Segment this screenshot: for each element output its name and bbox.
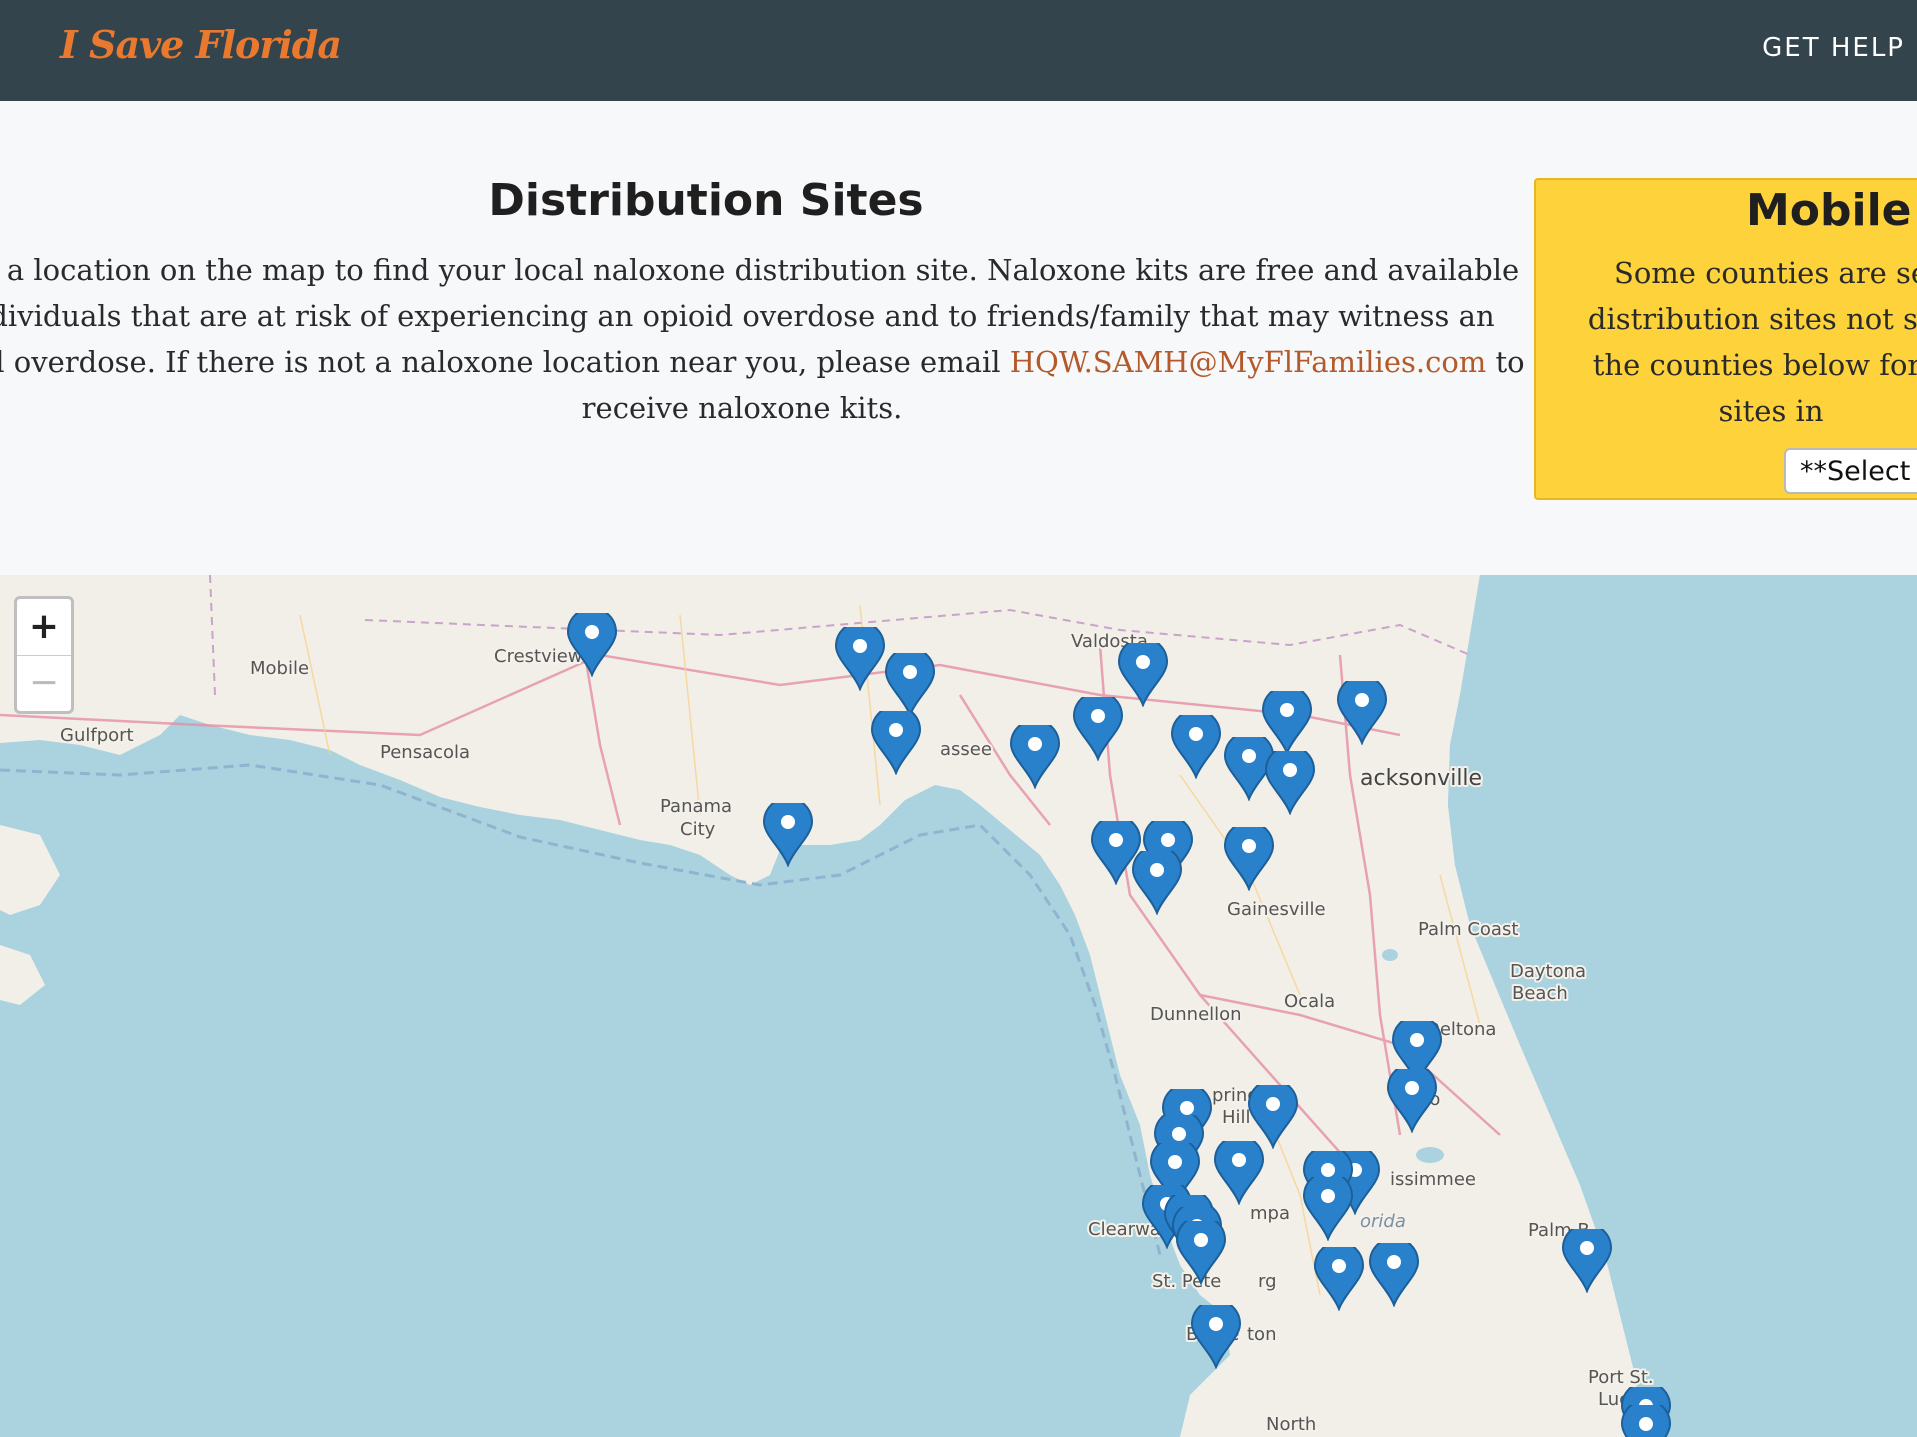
nav-get-help[interactable]: GET HELP (1762, 33, 1905, 63)
top-navbar: I Save Florida GET HELP (0, 0, 1917, 101)
intro-line-2: dividuals that are at risk of experienci… (0, 299, 1495, 333)
coastal-boundary (0, 763, 1162, 1256)
label-port-st-lucie-1: Port St. (1588, 1367, 1654, 1388)
mobile-line-3: the counties below for n (1592, 348, 1917, 382)
label-gainesville: Gainesville (1227, 899, 1326, 920)
mobile-line-4: sites in (1718, 394, 1824, 428)
brand-logo[interactable]: I Save Florida (60, 22, 342, 67)
label-jacksonville: acksonville (1360, 766, 1482, 791)
map-marker[interactable] (1621, 1400, 1671, 1437)
mobile-card-title: Mobile (1746, 185, 1912, 236)
intro-line-4: receive naloxone kits. (581, 391, 903, 425)
mobile-card-text: Some counties are se distribution sites … (1556, 250, 1917, 434)
label-dunnellon: Dunnellon (1150, 1004, 1242, 1025)
label-palm-coast: Palm Coast (1418, 919, 1518, 940)
label-mobile: Mobile (250, 658, 309, 679)
label-north: North (1266, 1414, 1316, 1435)
mobile-sites-card: Mobile Some counties are se distribution… (1534, 178, 1917, 500)
coastal-islands (0, 825, 60, 1005)
label-spring-hill-2: Hill (1222, 1107, 1251, 1128)
label-florida: orida (1360, 1211, 1406, 1232)
county-select[interactable]: **Select (1784, 448, 1917, 494)
label-panama-city-2: City (680, 819, 716, 840)
label-daytona-2: Beach (1512, 983, 1568, 1004)
zoom-control: + − (14, 596, 74, 714)
page-title: Distribution Sites (488, 175, 924, 226)
label-daytona-1: Daytona (1510, 961, 1586, 982)
label-tallahassee-2: assee (940, 739, 992, 760)
map-canvas[interactable]: Mobile Gulfport Pensacola Crestview Pana… (0, 575, 1917, 1437)
label-crestview: Crestview (494, 646, 583, 667)
label-kissimmee: issimmee (1390, 1169, 1476, 1190)
label-st-pete-1: St. Pete (1152, 1271, 1221, 1292)
mobile-line-1: Some counties are se (1613, 256, 1917, 290)
distribution-map[interactable]: Mobile Gulfport Pensacola Crestview Pana… (0, 575, 1917, 1437)
label-gulfport: Gulfport (60, 725, 134, 746)
label-bradenton-2: ton (1247, 1324, 1276, 1345)
mobile-line-2: distribution sites not sho (1587, 302, 1917, 336)
label-panama-city-1: Panama (660, 796, 732, 817)
intro-paragraph: t a location on the map to find your loc… (0, 247, 1525, 431)
email-link[interactable]: HQW.SAMH@MyFlFamilies.com (1010, 345, 1487, 379)
zoom-in-button[interactable]: + (17, 599, 71, 656)
intro-line-3-tail: to (1486, 345, 1525, 379)
label-pensacola: Pensacola (380, 742, 470, 763)
label-tampa: mpa (1250, 1203, 1290, 1224)
intro-line-1: t a location on the map to find your loc… (0, 253, 1520, 287)
label-st-pete-2: rg (1258, 1271, 1277, 1292)
zoom-out-button[interactable]: − (17, 655, 71, 711)
label-ocala: Ocala (1284, 991, 1335, 1012)
intro-line-3: d overdose. If there is not a naloxone l… (0, 345, 1010, 379)
